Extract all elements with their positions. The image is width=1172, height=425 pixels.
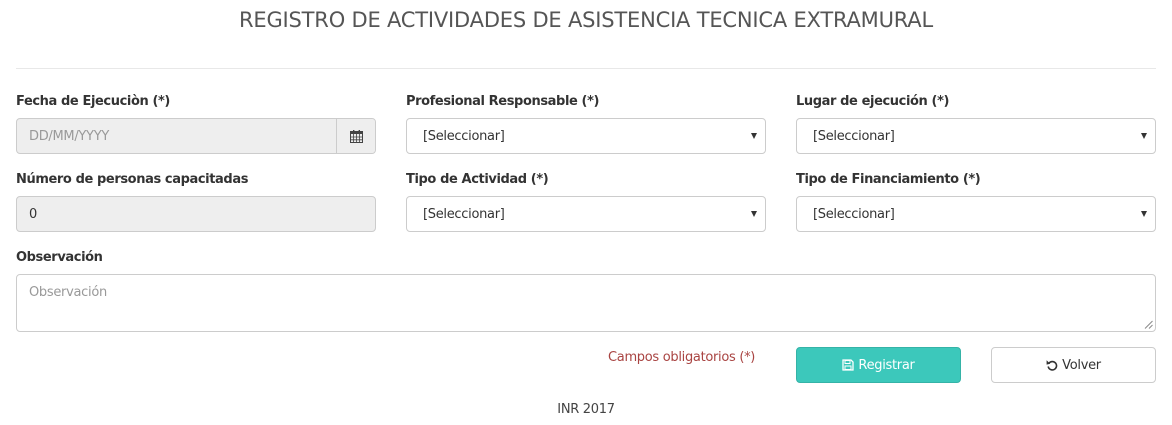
calendar-button[interactable] <box>336 119 375 153</box>
volver-button[interactable]: Volver <box>991 347 1156 383</box>
calendar-icon <box>349 129 363 143</box>
fecha-placeholder: DD/MM/YYYY <box>29 128 109 144</box>
observacion-placeholder: Observación <box>29 285 107 300</box>
undo-icon <box>1046 360 1058 371</box>
observacion-label: Observación <box>16 250 103 265</box>
page: REGISTRO DE ACTIVIDADES DE ASISTENCIA TE… <box>0 0 1172 425</box>
chevron-down-icon <box>751 211 757 217</box>
divider <box>16 68 1156 69</box>
tipo-actividad-select[interactable]: [Seleccionar] <box>406 196 766 232</box>
observacion-textarea[interactable]: Observación <box>16 274 1156 332</box>
fecha-date-picker[interactable]: DD/MM/YYYY <box>16 118 376 154</box>
chevron-down-icon <box>751 133 757 139</box>
save-icon <box>842 359 855 371</box>
personas-input[interactable]: 0 <box>16 196 376 232</box>
resize-grip-icon[interactable] <box>1144 320 1153 329</box>
tipo-financiamiento-selected: [Seleccionar] <box>813 206 895 222</box>
profesional-selected: [Seleccionar] <box>423 128 505 144</box>
tipo-actividad-selected: [Seleccionar] <box>423 206 505 222</box>
page-title: REGISTRO DE ACTIVIDADES DE ASISTENCIA TE… <box>239 8 933 32</box>
volver-label: Volver <box>1062 357 1101 373</box>
lugar-selected: [Seleccionar] <box>813 128 895 144</box>
lugar-select[interactable]: [Seleccionar] <box>796 118 1156 154</box>
profesional-label: Profesional Responsable (*) <box>406 94 600 109</box>
fecha-label: Fecha de Ejecuciòn (*) <box>16 94 170 109</box>
fecha-input[interactable]: DD/MM/YYYY <box>17 119 336 153</box>
chevron-down-icon <box>1141 133 1147 139</box>
footer-text: INR 2017 <box>557 402 615 417</box>
lugar-label: Lugar de ejecución (*) <box>796 94 950 109</box>
tipo-actividad-label: Tipo de Actividad (*) <box>406 172 549 187</box>
registrar-button[interactable]: Registrar <box>796 347 961 383</box>
profesional-select[interactable]: [Seleccionar] <box>406 118 766 154</box>
personas-label: Número de personas capacitadas <box>16 172 249 187</box>
required-fields-note: Campos obligatorios (*) <box>608 350 756 365</box>
registrar-label: Registrar <box>858 357 915 373</box>
tipo-financiamiento-select[interactable]: [Seleccionar] <box>796 196 1156 232</box>
personas-value: 0 <box>29 206 37 222</box>
chevron-down-icon <box>1141 211 1147 217</box>
tipo-financiamiento-label: Tipo de Financiamiento (*) <box>796 172 981 187</box>
